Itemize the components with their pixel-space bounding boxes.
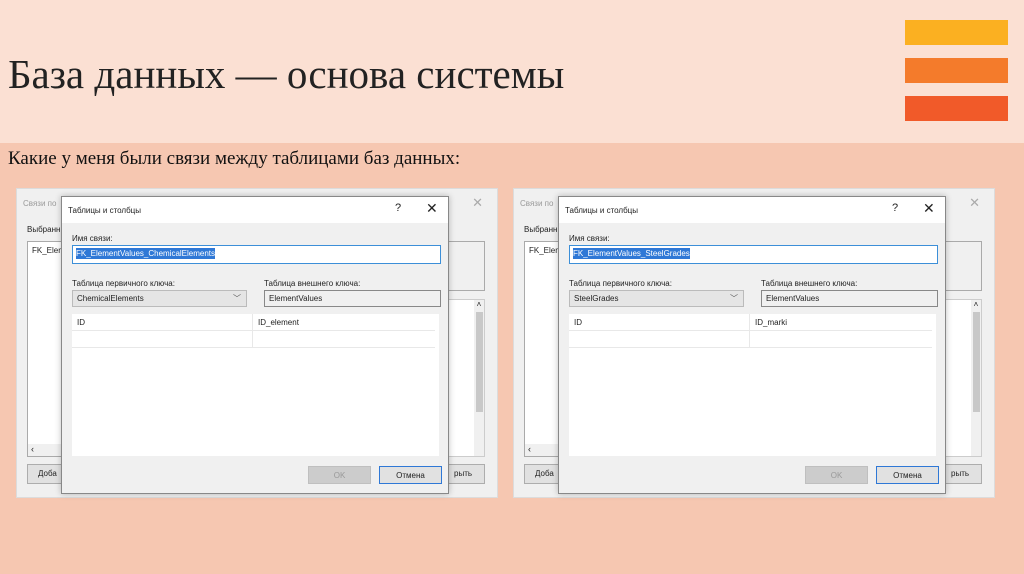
fk-column[interactable]: ID_marki [755,318,787,327]
decor-bar-red [905,96,1008,121]
decor-bar-orange [905,58,1008,83]
fk-table-label: Таблица внешнего ключа: [761,279,858,288]
close-icon[interactable]: ✕ [969,195,980,211]
tables-columns-dialog: Таблицы и столбцы ? ✕ Имя связи: FK_Elem… [558,196,946,494]
window-title: Связи по [520,199,554,208]
pk-table-label: Таблица первичного ключа: [72,279,175,288]
slide-subtitle: Какие у меня были связи между таблицами … [8,148,461,169]
chevron-down-icon: ﹀ [233,294,241,303]
name-value: FK_ElementValues_ChemicalElements [76,248,216,259]
close-icon[interactable]: ✕ [472,195,483,211]
selected-label: Выбранн [27,225,61,234]
pk-table-label: Таблица первичного ключа: [569,279,672,288]
close-icon[interactable]: ✕ [923,200,935,217]
relationships-window: Связи по ✕ Выбранн FK_Elem ‹ ˄ Доба рыть … [513,188,995,498]
columns-grid[interactable]: ID ID_element [72,314,439,456]
tables-columns-dialog: Таблицы и столбцы ? ✕ Имя связи: FK_Elem… [61,196,449,494]
fk-table-label: Таблица внешнего ключа: [264,279,361,288]
name-label: Имя связи: [72,234,113,243]
table-row[interactable] [72,331,435,348]
ok-button[interactable]: OK [308,466,371,484]
relationship-name-input[interactable]: FK_ElementValues_ChemicalElements [72,245,441,264]
window-title: Связи по [23,199,57,208]
dialog-title: Таблицы и столбцы [68,206,142,215]
list-item[interactable]: FK_Elem [32,246,65,255]
close-icon[interactable]: ✕ [426,200,438,217]
help-icon[interactable]: ? [892,202,898,214]
cancel-button[interactable]: Отмена [379,466,442,484]
slide-title: База данных — основа системы [8,51,565,97]
pk-column[interactable]: ID [574,318,582,327]
vertical-scrollbar[interactable]: ˄ [971,300,981,456]
pk-table-value: ChemicalElements [77,294,144,303]
selected-label: Выбранн [524,225,558,234]
pk-table-select[interactable]: ChemicalElements ﹀ [72,290,247,307]
help-icon[interactable]: ? [395,202,401,214]
fk-table-field: ElementValues [264,290,441,307]
cancel-button[interactable]: Отмена [876,466,939,484]
relationships-window: Связи по ✕ Выбранн FK_Elem ‹ ˄ Доба рыть … [16,188,498,498]
vertical-scrollbar[interactable]: ˄ [474,300,484,456]
name-value: FK_ElementValues_SteelGrades [573,248,690,259]
dialog-title: Таблицы и столбцы [565,206,639,215]
ok-button[interactable]: OK [805,466,868,484]
chevron-down-icon: ﹀ [730,294,738,303]
table-row[interactable]: ID ID_element [72,314,435,331]
relationship-name-input[interactable]: FK_ElementValues_SteelGrades [569,245,938,264]
fk-table-field: ElementValues [761,290,938,307]
decor-bar-yellow [905,20,1008,45]
pk-table-value: SteelGrades [574,294,619,303]
name-label: Имя связи: [569,234,610,243]
pk-table-select[interactable]: SteelGrades ﹀ [569,290,744,307]
fk-column[interactable]: ID_element [258,318,299,327]
pk-column[interactable]: ID [77,318,85,327]
columns-grid[interactable]: ID ID_marki [569,314,936,456]
list-item[interactable]: FK_Elem [529,246,562,255]
table-row[interactable]: ID ID_marki [569,314,932,331]
table-row[interactable] [569,331,932,348]
